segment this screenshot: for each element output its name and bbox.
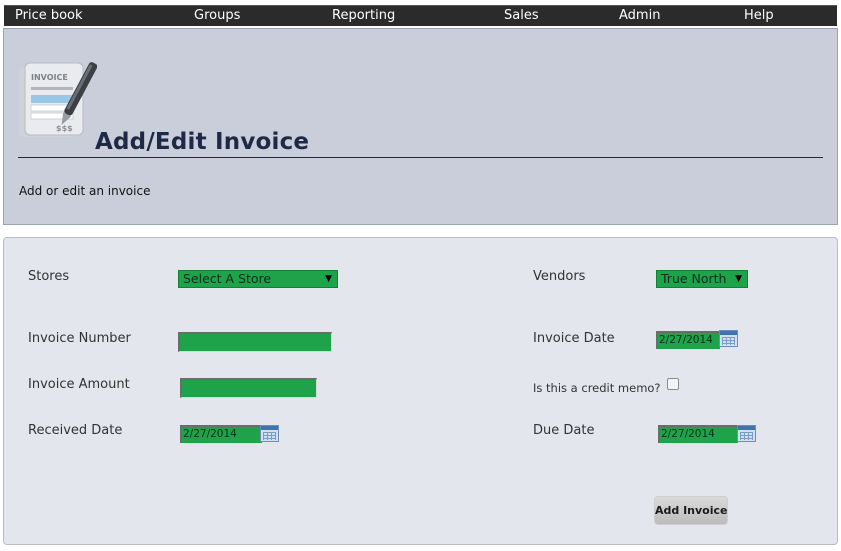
logo-invoice-text: INVOICE — [31, 73, 68, 82]
invoice-date-label: Invoice Date — [533, 331, 615, 346]
invoice-amount-label: Invoice Amount — [28, 377, 130, 392]
invoice-form: Stores Select A Store ▼ Vendors True Nor… — [3, 237, 838, 545]
calendar-icon[interactable] — [737, 425, 756, 442]
credit-memo-checkbox[interactable] — [667, 378, 679, 390]
invoice-date-input[interactable]: 2/27/2014 — [656, 331, 720, 349]
vendors-label: Vendors — [533, 269, 586, 284]
invoice-number-label: Invoice Number — [28, 331, 131, 346]
calendar-icon[interactable] — [719, 330, 738, 347]
chevron-down-icon: ▼ — [735, 274, 742, 284]
nav-item-groups[interactable]: Groups — [194, 8, 240, 24]
credit-memo-label: Is this a credit memo? — [533, 381, 661, 395]
due-date-label: Due Date — [533, 423, 595, 438]
page-title: Add/Edit Invoice — [95, 129, 310, 155]
nav-item-help[interactable]: Help — [744, 8, 774, 24]
nav-item-price-book[interactable]: Price book — [15, 8, 83, 24]
received-date-label: Received Date — [28, 423, 123, 438]
stores-select-value: Select A Store — [183, 271, 272, 286]
nav-item-reporting[interactable]: Reporting — [332, 8, 395, 24]
received-date-input[interactable]: 2/27/2014 — [180, 425, 262, 443]
title-divider — [18, 157, 823, 158]
top-nav-bar: Price book Groups Reporting Sales Admin … — [4, 5, 837, 26]
stores-label: Stores — [28, 269, 70, 284]
vendors-select[interactable]: True North ▼ — [656, 270, 748, 288]
invoice-pen-icon: INVOICE $$$ — [17, 57, 98, 147]
chevron-down-icon: ▼ — [325, 274, 332, 284]
nav-item-admin[interactable]: Admin — [619, 8, 660, 24]
invoice-number-input[interactable] — [178, 332, 332, 352]
due-date-input[interactable]: 2/27/2014 — [658, 425, 738, 443]
logo-price-text: $$$ — [56, 124, 73, 133]
page-subtitle: Add or edit an invoice — [19, 184, 151, 198]
page-header: INVOICE $$$ Add/Edit Invoice Add or edit… — [3, 28, 838, 225]
stores-select[interactable]: Select A Store ▼ — [178, 270, 338, 288]
add-invoice-button[interactable]: Add Invoice — [654, 496, 728, 525]
vendors-select-value: True North — [661, 271, 727, 286]
invoice-amount-input[interactable] — [180, 378, 317, 398]
calendar-icon[interactable] — [260, 425, 279, 442]
nav-item-sales[interactable]: Sales — [504, 8, 539, 24]
